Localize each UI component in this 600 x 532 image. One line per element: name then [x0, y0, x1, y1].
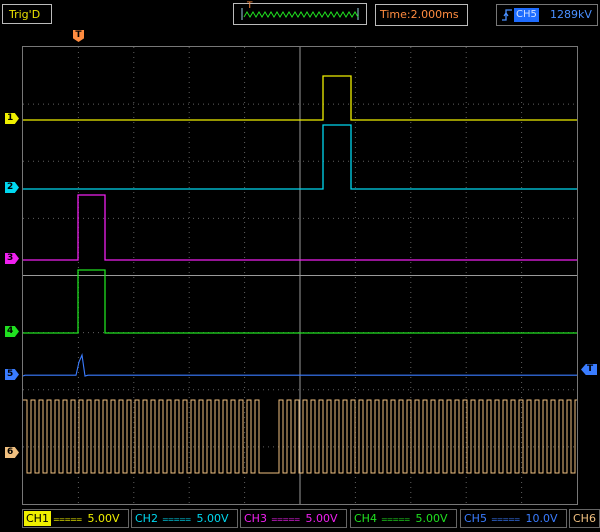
- ch4-scale: 5.00V: [415, 512, 448, 525]
- dc-coupling-icon: =====: [52, 515, 82, 524]
- ch6-marker-label: 6: [7, 447, 14, 457]
- ch1-marker-label: 1: [7, 113, 14, 123]
- timebase-trigger-marker: T: [247, 1, 253, 11]
- dc-coupling-icon: =====: [490, 515, 520, 524]
- rising-edge-icon: [501, 7, 513, 23]
- status-bar: Trig'D T Time:2.000ms CH5 1289kV: [0, 0, 600, 30]
- timebase-overview[interactable]: T: [233, 1, 367, 25]
- ch3-info[interactable]: CH3 ===== 5.00V: [240, 509, 347, 528]
- ch2-info[interactable]: CH2 ===== 5.00V: [131, 509, 238, 528]
- ch5-info[interactable]: CH5 ===== 10.0V: [460, 509, 567, 528]
- waveform-canvas: [23, 47, 577, 504]
- ch6-tag: CH6: [573, 512, 596, 525]
- trigger-source: CH5: [514, 8, 539, 22]
- ch4-marker-label: 4: [7, 326, 14, 336]
- waveform-display[interactable]: [22, 46, 578, 505]
- channel-info-bar: CH1 ===== 5.00V CH2 ===== 5.00V CH3 ===== 5.00…: [0, 508, 600, 532]
- ch5-marker-label: 5: [7, 369, 14, 379]
- ch3-marker-label: 3: [7, 253, 14, 263]
- ch1-level-marker[interactable]: 1: [5, 113, 19, 124]
- ch2-scale: 5.00V: [196, 512, 229, 525]
- ch1-tag: CH1: [24, 511, 51, 526]
- ch6-level-marker[interactable]: 6: [5, 447, 19, 458]
- ch3-scale: 5.00V: [305, 512, 338, 525]
- ch1-scale: 5.00V: [87, 512, 120, 525]
- ch5-scale: 10.0V: [525, 512, 558, 525]
- ch2-level-marker[interactable]: 2: [5, 182, 19, 193]
- ch2-tag: CH2: [135, 512, 158, 525]
- ch1-info[interactable]: CH1 ===== 5.00V: [22, 509, 129, 528]
- trigger-level: 1289kV: [550, 8, 592, 21]
- trigger-level-marker[interactable]: T: [581, 364, 597, 375]
- ch6-info[interactable]: CH6: [569, 509, 600, 528]
- ch4-level-marker[interactable]: 4: [5, 326, 19, 337]
- trigger-level-marker-label: T: [587, 364, 594, 374]
- dc-coupling-icon: =====: [161, 515, 191, 524]
- ch3-level-marker[interactable]: 3: [5, 253, 19, 264]
- ch5-level-marker[interactable]: 5: [5, 369, 19, 380]
- ch4-info[interactable]: CH4 ===== 5.00V: [350, 509, 457, 528]
- trigger-position-label: T: [75, 30, 82, 40]
- trigger-info[interactable]: CH5 1289kV: [496, 4, 598, 26]
- ch4-tag: CH4: [354, 512, 377, 525]
- ch2-marker-label: 2: [7, 182, 14, 192]
- ch5-tag: CH5: [464, 512, 487, 525]
- time-per-div[interactable]: Time:2.000ms: [375, 4, 468, 26]
- dc-coupling-icon: =====: [270, 515, 300, 524]
- ch3-tag: CH3: [244, 512, 267, 525]
- dc-coupling-icon: =====: [380, 515, 410, 524]
- trigger-position-marker[interactable]: T: [73, 30, 84, 42]
- trigger-status: Trig'D: [2, 4, 52, 24]
